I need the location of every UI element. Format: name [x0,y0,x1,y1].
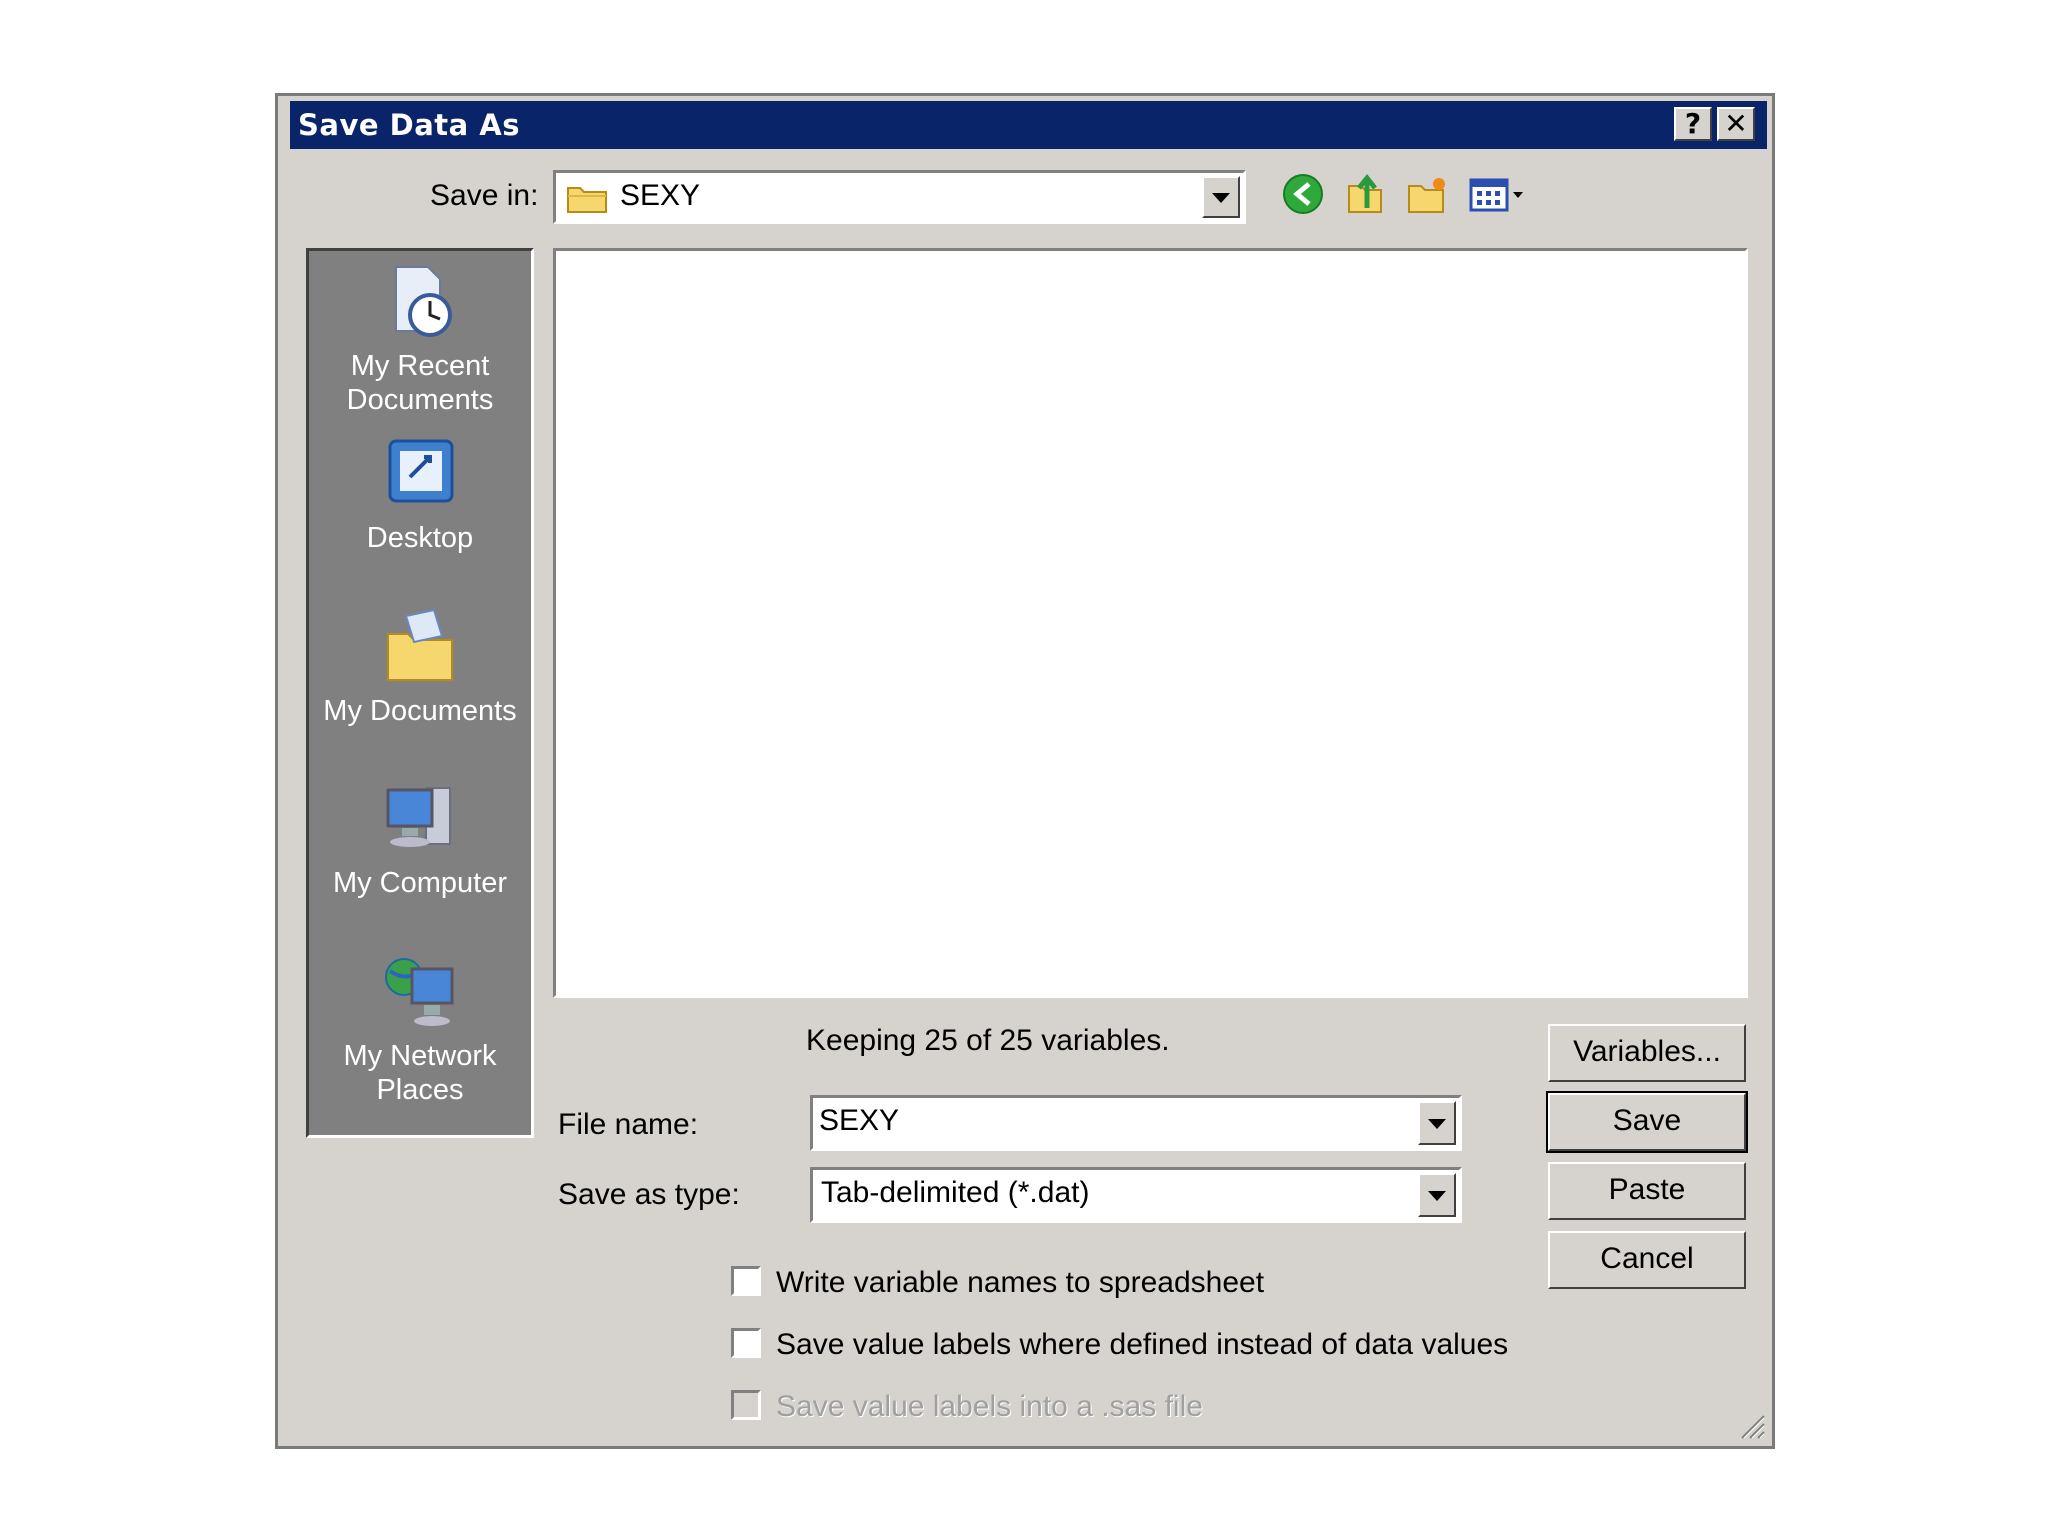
file-list[interactable] [553,248,1748,998]
place-desktop[interactable]: Desktop [309,433,531,555]
place-label-line2: Places [376,1074,464,1106]
value-labels-checkbox[interactable] [731,1328,761,1358]
file-name-combo[interactable]: SEXY [810,1095,1462,1151]
place-my-network-places[interactable]: My Network Places [309,951,531,1107]
file-name-input[interactable]: SEXY [819,1104,899,1138]
close-button[interactable]: ✕ [1717,107,1755,141]
place-label-line2: Documents [346,384,494,416]
place-label-line1: My Documents [323,695,517,727]
cancel-button[interactable]: Cancel [1548,1231,1746,1289]
value-labels-label: Save value labels where defined instead … [776,1328,1509,1361]
my-computer-icon [309,778,531,862]
save-in-label: Save in: [430,179,539,212]
file-name-dropdown-button[interactable] [1418,1101,1456,1145]
recent-documents-icon [309,261,531,345]
paste-button[interactable]: Paste [1548,1162,1746,1220]
save-in-dropdown-button[interactable] [1202,176,1240,218]
save-as-type-label: Save as type: [558,1178,740,1211]
back-arrow-icon[interactable] [1281,172,1325,221]
place-label-line1: My Computer [332,867,508,899]
desktop-icon [309,433,531,517]
place-label-line1: My Recent [350,350,490,382]
place-label-line1: Desktop [366,522,474,554]
my-documents-icon [309,606,531,690]
up-folder-icon[interactable] [1343,172,1387,221]
save-button[interactable]: Save [1546,1091,1748,1153]
help-button[interactable]: ? [1674,107,1712,141]
save-as-type-value: Tab-delimited (*.dat) [821,1176,1090,1209]
save-in-value: SEXY [620,179,701,212]
places-bar: My Recent Documents Desktop My Documents… [306,248,534,1138]
new-folder-icon[interactable] [1405,172,1449,221]
place-my-documents[interactable]: My Documents [309,606,531,728]
network-places-icon [309,951,531,1035]
save-in-combo[interactable]: SEXY [553,170,1246,224]
save-data-as-dialog: Save Data As ? ✕ Save in: SEXY My Recent… [275,93,1775,1449]
variables-button[interactable]: Variables... [1548,1024,1746,1082]
sas-file-label: Save value labels into a .sas file [776,1390,1203,1423]
resize-grip-icon[interactable] [1736,1410,1766,1440]
title-bar[interactable]: Save Data As ? ✕ [290,101,1767,149]
sas-file-checkbox [731,1390,761,1420]
views-menu-icon[interactable] [1467,172,1531,221]
place-my-recent-documents[interactable]: My Recent Documents [309,261,531,417]
save-as-type-dropdown-button[interactable] [1418,1173,1456,1217]
place-label-line1: My Network [343,1040,497,1072]
variables-status: Keeping 25 of 25 variables. [806,1024,1170,1057]
save-as-type-combo[interactable]: Tab-delimited (*.dat) [810,1167,1462,1223]
file-name-label: File name: [558,1108,699,1141]
dialog-title: Save Data As [298,108,520,142]
write-names-label: Write variable names to spreadsheet [776,1266,1265,1299]
folder-icon [566,182,608,219]
write-names-checkbox[interactable] [731,1266,761,1296]
place-my-computer[interactable]: My Computer [309,778,531,900]
